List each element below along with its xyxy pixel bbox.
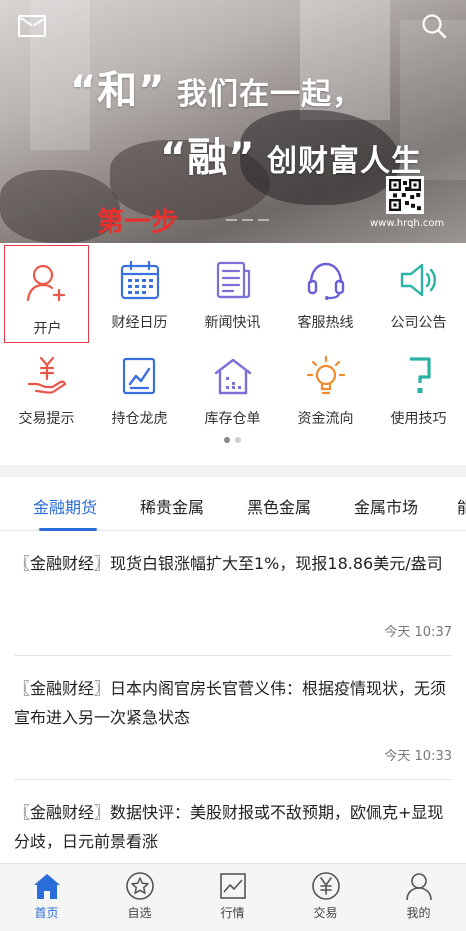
category-tabs: 金融期货 稀贵金属 黑色金属 金属市场 能 xyxy=(0,477,466,531)
bottom-nav: 首页 自选 行情 交易 我的 xyxy=(0,863,466,931)
grid-label: 持仓龙虎 xyxy=(111,411,168,427)
nav-label: 交易 xyxy=(313,906,338,920)
grid-label: 库存仓单 xyxy=(204,411,261,427)
tab-precious-metals[interactable]: 稀贵金属 xyxy=(140,494,204,518)
grid-item-announcement[interactable]: 公司公告 xyxy=(372,245,465,335)
nav-label: 行情 xyxy=(220,906,245,920)
slogan-line-1: “和” 我们在一起， xyxy=(70,68,364,114)
grid-label: 资金流向 xyxy=(297,411,354,427)
nav-label: 首页 xyxy=(34,906,59,920)
chart-doc-icon xyxy=(122,357,156,395)
grid-label: 使用技巧 xyxy=(390,411,447,427)
yen-circle-icon xyxy=(312,872,340,900)
grid-item-usage-tips[interactable]: 使用技巧 xyxy=(372,341,465,431)
app-screen: “和” 我们在一起， “融” 创财富人生 www.hrqh.com 第一步 开户… xyxy=(0,0,466,931)
qr-code xyxy=(386,176,424,214)
function-grid: 开户 财经日历 新闻快讯 客服热线 公司公告 交易提示 持仓龙虎 库存仓单 资金… xyxy=(0,243,466,465)
banner-pager xyxy=(226,219,269,221)
grid-label: 公司公告 xyxy=(390,315,447,331)
question-icon xyxy=(410,357,431,393)
news-item[interactable]: 〖金融财经〗日本内阁官房长官菅义伟：根据疫情现状，无须宣布进入另一次紧急状态 今… xyxy=(0,656,466,780)
calendar-icon xyxy=(120,260,160,300)
grid-item-trade-tips[interactable]: 交易提示 xyxy=(0,341,93,431)
tab-energy[interactable]: 能 xyxy=(457,494,466,518)
step-label: 第一步 xyxy=(97,207,178,238)
news-item[interactable]: 〖金融财经〗现货白银涨幅扩大至1%，现报18.86美元/盎司 今天 10:37 xyxy=(0,531,466,656)
grid-label: 客服热线 xyxy=(297,315,354,331)
profile-icon xyxy=(406,873,432,901)
nav-market[interactable]: 行情 xyxy=(186,864,279,931)
grid-item-hotline[interactable]: 客服热线 xyxy=(279,245,372,335)
news-time: 今天 10:37 xyxy=(384,625,452,640)
news-title: 〖金融财经〗现货白银涨幅扩大至1%，现报18.86美元/盎司 xyxy=(14,554,443,573)
grid-item-open-account[interactable]: 开户 xyxy=(4,245,89,343)
grid-label: 新闻快讯 xyxy=(204,315,261,331)
star-icon xyxy=(126,872,154,900)
grid-item-warehouse[interactable]: 库存仓单 xyxy=(186,341,279,431)
warehouse-icon xyxy=(214,358,252,395)
nav-profile[interactable]: 我的 xyxy=(372,864,465,931)
home-icon xyxy=(34,874,60,899)
promo-banner[interactable]: “和” 我们在一起， “融” 创财富人生 www.hrqh.com 第一步 xyxy=(0,0,466,243)
grid-label: 开户 xyxy=(33,321,62,337)
bulb-icon xyxy=(306,355,346,395)
grid-pager[interactable] xyxy=(224,437,241,443)
nav-home[interactable]: 首页 xyxy=(0,864,93,931)
slogan-line-2: “融” 创财富人生 xyxy=(160,135,423,181)
speaker-icon xyxy=(400,263,436,297)
yen-hand-icon xyxy=(27,356,67,394)
headset-icon xyxy=(307,262,345,300)
tab-metals-market[interactable]: 金属市场 xyxy=(354,494,418,518)
tab-ferrous-metals[interactable]: 黑色金属 xyxy=(247,494,311,518)
news-title: 〖金融财经〗数据快评：美股财报或不敌预期，欧佩克+显现分歧，日元前景看涨 xyxy=(14,803,444,851)
section-divider xyxy=(0,465,466,477)
market-chart-icon xyxy=(220,873,246,899)
grid-label: 交易提示 xyxy=(18,411,75,427)
news-icon xyxy=(216,261,251,299)
tab-financial-futures[interactable]: 金融期货 xyxy=(33,494,97,518)
news-title: 〖金融财经〗日本内阁官房长官菅义伟：根据疫情现状，无须宣布进入另一次紧急状态 xyxy=(14,679,447,727)
nav-label: 我的 xyxy=(406,906,431,920)
mail-icon[interactable] xyxy=(18,15,46,37)
search-icon[interactable] xyxy=(420,12,448,40)
grid-item-news[interactable]: 新闻快讯 xyxy=(186,245,279,335)
nav-label: 自选 xyxy=(127,906,152,920)
grid-label: 财经日历 xyxy=(111,315,168,331)
nav-watchlist[interactable]: 自选 xyxy=(93,864,186,931)
news-item[interactable]: 〖金融财经〗数据快评：美股财报或不敌预期，欧佩克+显现分歧，日元前景看涨 xyxy=(0,780,466,863)
grid-item-calendar[interactable]: 财经日历 xyxy=(93,245,186,335)
user-add-icon xyxy=(26,264,66,302)
website-url: www.hrqh.com xyxy=(370,218,445,229)
news-time: 今天 10:33 xyxy=(384,749,452,764)
grid-item-positions[interactable]: 持仓龙虎 xyxy=(93,341,186,431)
nav-trade[interactable]: 交易 xyxy=(279,864,372,931)
grid-item-fund-flow[interactable]: 资金流向 xyxy=(279,341,372,431)
